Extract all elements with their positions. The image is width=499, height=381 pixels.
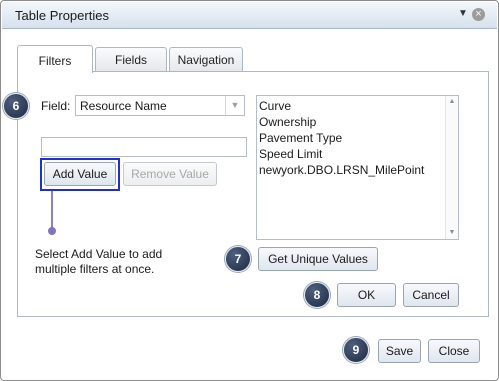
tab-fields[interactable]: Fields [95, 47, 167, 71]
close-button[interactable]: Close [428, 339, 480, 363]
table-properties-dialog: Table Properties ▼ × Filters Fields Navi… [0, 0, 499, 381]
list-item[interactable]: Curve [259, 99, 291, 113]
list-item[interactable]: Ownership [259, 115, 316, 129]
list-item[interactable]: Pavement Type [259, 131, 342, 145]
callout-connector-dot [48, 227, 56, 235]
list-scrollbar[interactable]: ▲ ▼ [445, 96, 458, 239]
step-8-badge: 8 [304, 282, 330, 308]
add-value-callout-text: Select Add Value to add multiple filters… [35, 247, 163, 276]
list-item[interactable]: Speed Limit [259, 147, 322, 161]
ok-button[interactable]: OK [337, 283, 396, 307]
filter-value-input[interactable] [41, 137, 247, 157]
field-label: Field: [41, 99, 71, 113]
callout-connector-line [51, 191, 53, 229]
tab-filters[interactable]: Filters [17, 45, 93, 73]
step-7-badge: 7 [225, 246, 251, 272]
field-select-value: Resource Name [80, 99, 167, 113]
save-button[interactable]: Save [378, 339, 421, 363]
list-item[interactable]: newyork.DBO.LRSN_MilePoint [259, 163, 424, 177]
step-6-badge: 6 [3, 93, 29, 119]
scroll-up-icon[interactable]: ▲ [446, 96, 458, 108]
remove-value-button[interactable]: Remove Value [123, 162, 217, 186]
close-icon[interactable]: × [472, 8, 485, 21]
scroll-down-icon[interactable]: ▼ [446, 227, 458, 239]
chevron-down-icon[interactable]: ▼ [225, 96, 244, 115]
add-value-button[interactable]: Add Value [44, 162, 116, 186]
get-unique-values-button[interactable]: Get Unique Values [258, 247, 378, 271]
cancel-button[interactable]: Cancel [403, 283, 459, 307]
tab-navigation[interactable]: Navigation [169, 47, 243, 71]
dialog-titlebar[interactable]: Table Properties ▼ × [2, 2, 497, 29]
step-9-badge: 9 [343, 337, 369, 363]
dialog-title: Table Properties [15, 8, 109, 23]
filter-values-list[interactable]: Curve Ownership Pavement Type Speed Limi… [256, 95, 459, 240]
dropdown-triangle-icon[interactable]: ▼ [457, 7, 469, 21]
field-select[interactable]: Resource Name ▼ [75, 95, 245, 116]
